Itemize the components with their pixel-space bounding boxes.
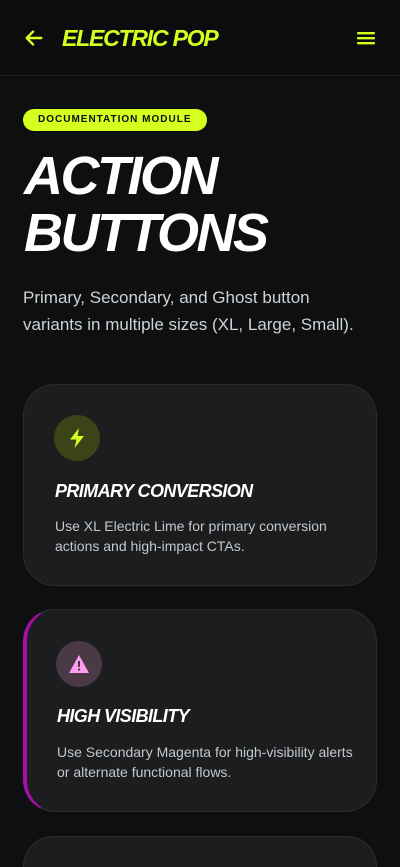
back-button[interactable] [20, 24, 48, 52]
page-description: Primary, Secondary, and Ghost button var… [23, 288, 354, 334]
arrow-left-icon [25, 30, 43, 46]
card-description: Use Secondary Magenta for high-visibilit… [57, 744, 353, 780]
card-title: PRIMARY CONVERSION [55, 481, 253, 501]
page-title-line-2: BUTTONS [24, 203, 269, 263]
high-visibility-card[interactable]: HIGH VISIBILITY Use Secondary Magenta fo… [23, 609, 377, 812]
card-icon-badge [56, 641, 102, 687]
card-icon-badge [54, 415, 100, 461]
page-title: ACTION BUTTONS [24, 148, 384, 262]
partial-card[interactable] [23, 836, 377, 867]
card-title: HIGH VISIBILITY [57, 706, 190, 726]
lightning-bolt-icon [70, 428, 84, 448]
module-badge: DOCUMENTATION MODULE [23, 109, 207, 131]
hamburger-menu-icon [357, 32, 375, 45]
card-description: Use XL Electric Lime for primary convers… [55, 518, 327, 554]
app-screen: ELECTRIC POP DOCUMENTATION MODULE ACTION… [0, 0, 400, 867]
primary-conversion-card[interactable]: PRIMARY CONVERSION Use XL Electric Lime … [23, 384, 377, 586]
warning-triangle-icon [69, 655, 89, 673]
menu-button[interactable] [352, 24, 380, 52]
page-title-line-1: ACTION [24, 146, 218, 206]
brand-logo[interactable]: ELECTRIC POP [62, 22, 219, 54]
top-app-bar: ELECTRIC POP [0, 0, 400, 76]
